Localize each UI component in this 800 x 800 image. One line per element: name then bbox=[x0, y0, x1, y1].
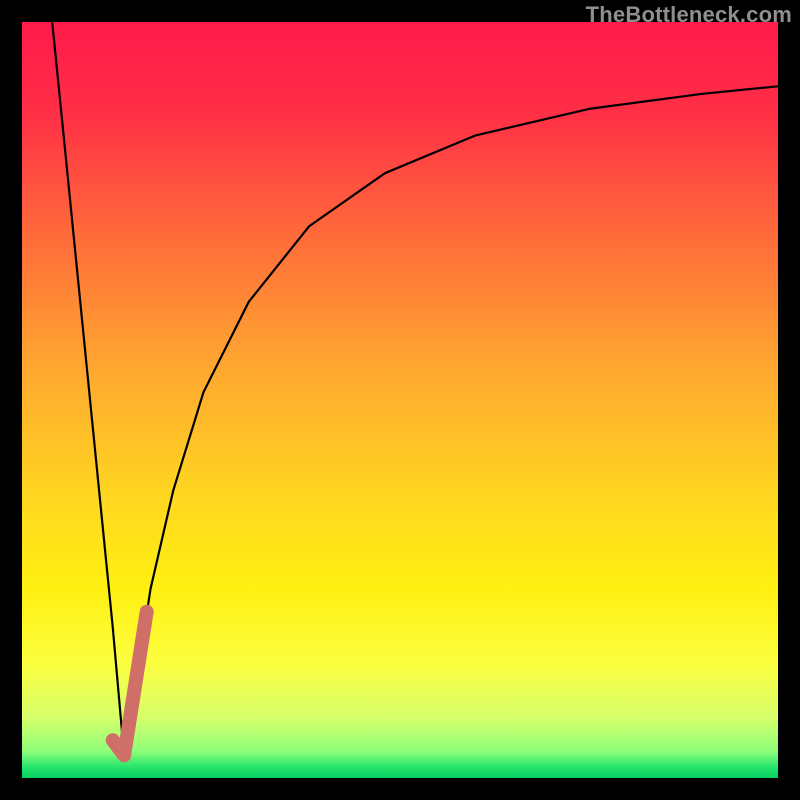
bottleneck-curve bbox=[52, 22, 778, 755]
plot-area bbox=[22, 22, 778, 778]
curve-layer bbox=[22, 22, 778, 778]
chart-frame: TheBottleneck.com bbox=[0, 0, 800, 800]
watermark-text: TheBottleneck.com bbox=[586, 2, 792, 28]
